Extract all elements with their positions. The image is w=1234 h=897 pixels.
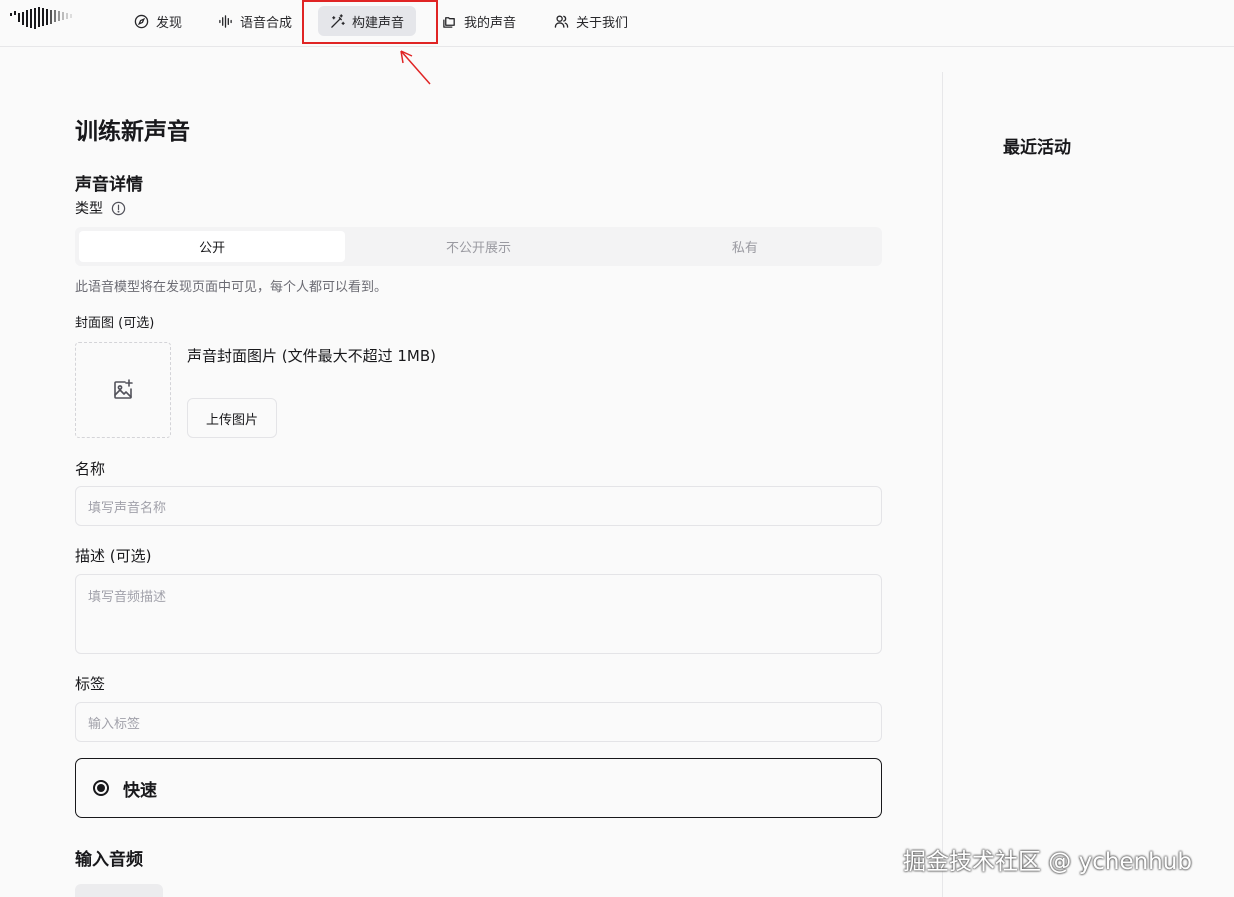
audio-input-partial[interactable] <box>75 884 163 897</box>
nav-label: 关于我们 <box>576 15 629 31</box>
cover-image-label: 封面图 (可选) <box>75 316 155 331</box>
name-label: 名称 <box>75 460 106 478</box>
folders-icon <box>443 16 455 28</box>
compass-icon <box>134 14 149 28</box>
nav-item-discover[interactable]: 发现 <box>122 6 194 36</box>
visibility-option-public[interactable]: 公开 <box>79 231 346 262</box>
nav-item-my-voices[interactable]: 我的声音 <box>430 6 528 36</box>
recent-activity-title: 最近活动 <box>1003 138 1071 158</box>
visibility-segmented-control: 公开 不公开展示 私有 <box>75 227 882 266</box>
users-icon <box>554 14 569 28</box>
mode-label: 快速 <box>123 780 157 801</box>
type-label-text: 类型 <box>75 201 103 217</box>
nav-label: 语音合成 <box>240 15 293 31</box>
visibility-option-unlisted[interactable]: 不公开展示 <box>345 231 611 262</box>
annotation-highlight-box <box>302 0 438 44</box>
nav-label: 我的声音 <box>464 15 517 31</box>
page-title: 训练新声音 <box>75 119 190 145</box>
nav-item-about-us[interactable]: 关于我们 <box>542 6 640 36</box>
top-navigation: 发现 语音合成 构建声音 我的声音 关于我们 <box>0 0 1234 47</box>
description-label: 描述 (可选) <box>75 547 152 565</box>
tags-input[interactable]: 输入标签 <box>75 702 882 742</box>
upload-image-button[interactable]: 上传图片 <box>187 398 277 438</box>
input-audio-title: 输入音频 <box>75 850 143 870</box>
brand-logo-icon[interactable] <box>10 6 78 32</box>
type-label: 类型 <box>75 198 126 218</box>
cover-image-description: 声音封面图片 (文件最大不超过 1MB) <box>187 347 437 365</box>
description-textarea[interactable]: 填写音频描述 <box>75 574 882 654</box>
watermark-text: 掘金技术社区 @ ychenhub <box>903 849 1192 875</box>
visibility-option-private[interactable]: 私有 <box>612 231 878 262</box>
name-input[interactable]: 填写声音名称 <box>75 486 882 526</box>
nav-label: 发现 <box>156 15 183 31</box>
info-icon[interactable] <box>111 201 126 216</box>
annotation-arrow-icon <box>400 50 431 85</box>
audio-waveform-icon <box>219 14 232 28</box>
cover-image-dropzone[interactable] <box>75 342 171 438</box>
visibility-hint: 此语音模型将在发现页面中可见，每个人都可以看到。 <box>75 280 388 295</box>
nav-item-speech-synthesis[interactable]: 语音合成 <box>206 6 304 36</box>
mode-option-fast[interactable]: 快速 <box>75 758 882 818</box>
sidebar-divider <box>942 72 943 897</box>
image-plus-icon <box>114 379 133 399</box>
section-title-voice-details: 声音详情 <box>75 175 143 195</box>
tags-label: 标签 <box>75 675 106 693</box>
radio-selected-dot <box>97 784 105 792</box>
radio-button[interactable] <box>93 780 109 796</box>
